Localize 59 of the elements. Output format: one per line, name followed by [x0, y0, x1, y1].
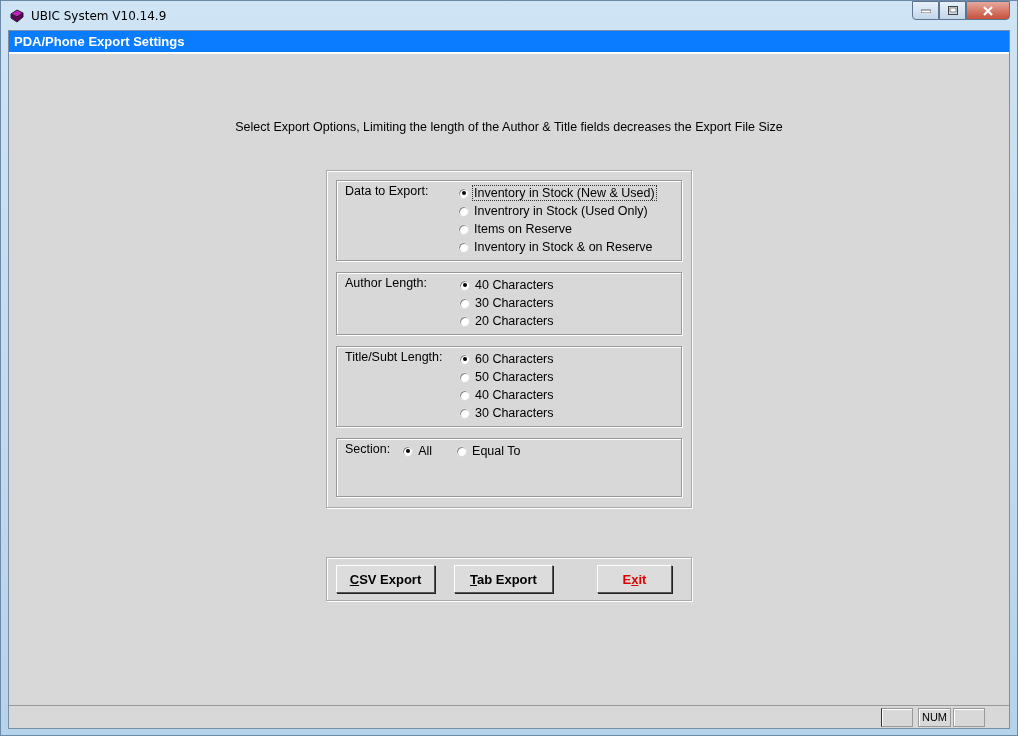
- radio-option[interactable]: 40 Characters: [459, 386, 556, 404]
- radio-button[interactable]: [459, 407, 470, 419]
- option-label: 40 Characters: [474, 277, 555, 293]
- radio-button[interactable]: [458, 205, 469, 217]
- book-stack-icon: [9, 7, 25, 24]
- maximize-button[interactable]: [939, 1, 966, 20]
- minimize-icon: [920, 8, 931, 13]
- option-label: Inventrory in Stock (Used Only): [473, 203, 649, 219]
- option-label: 30 Characters: [474, 405, 555, 421]
- close-icon: [982, 5, 994, 16]
- radio-option[interactable]: Inventory in Stock & on Reserve: [458, 238, 657, 256]
- form-title-bar: PDA/Phone Export Settings: [9, 31, 1009, 54]
- option-label: 50 Characters: [474, 369, 555, 385]
- option-label: Equal To: [471, 443, 522, 459]
- radio-option[interactable]: 20 Characters: [459, 312, 556, 330]
- radio-option[interactable]: Equal To: [456, 442, 523, 460]
- group-label: Data to Export:: [345, 184, 430, 200]
- radio-option[interactable]: 40 Characters: [459, 276, 556, 294]
- radio-button[interactable]: [459, 389, 470, 401]
- minimize-button[interactable]: [912, 1, 939, 20]
- radio-button[interactable]: [459, 353, 470, 365]
- group-label: Section:: [345, 442, 391, 456]
- radio-button[interactable]: [456, 445, 468, 457]
- radio-option[interactable]: 30 Characters: [459, 404, 556, 422]
- window-title: UBIC System V10.14.9: [31, 8, 167, 23]
- radio-button[interactable]: [459, 371, 470, 383]
- radio-button[interactable]: [459, 297, 470, 309]
- radio-option[interactable]: Inventrory in Stock (Used Only): [458, 202, 657, 220]
- option-label: Items on Reserve: [473, 221, 573, 237]
- group-label: Title/Subt Length:: [345, 350, 444, 366]
- maximize-icon: [947, 6, 958, 15]
- option-label: Inventory in Stock (New & Used): [472, 185, 657, 201]
- export-button[interactable]: CSV Export: [336, 565, 435, 593]
- radio-option[interactable]: 60 Characters: [459, 350, 556, 368]
- export-button[interactable]: Tab Export: [454, 565, 553, 593]
- radio-button[interactable]: [402, 445, 414, 457]
- num-lock-indicator: NUM: [917, 707, 951, 727]
- radio-option[interactable]: All: [402, 442, 435, 460]
- radio-option[interactable]: Items on Reserve: [458, 220, 657, 238]
- status-panel: [880, 707, 913, 727]
- radio-option[interactable]: Inventory in Stock (New & Used): [458, 184, 657, 202]
- radio-option[interactable]: 50 Characters: [459, 368, 556, 386]
- instruction-text: Select Export Options, Limiting the length of the Author & Title fields decreases the Export File Size: [235, 120, 783, 134]
- status-panel: [953, 707, 985, 727]
- radio-button[interactable]: [458, 241, 469, 253]
- close-button[interactable]: [966, 1, 1010, 20]
- option-label: Inventory in Stock & on Reserve: [473, 239, 654, 255]
- radio-button[interactable]: [458, 223, 469, 235]
- radio-option[interactable]: 30 Characters: [459, 294, 556, 312]
- radio-button[interactable]: [459, 279, 470, 291]
- option-label: 60 Characters: [474, 351, 555, 367]
- exit-button[interactable]: Exit: [597, 565, 672, 593]
- group-label: Author Length:: [345, 276, 428, 292]
- option-label: 40 Characters: [474, 387, 555, 403]
- radio-button[interactable]: [459, 315, 470, 327]
- option-label: 30 Characters: [474, 295, 555, 311]
- option-label: All: [417, 443, 434, 459]
- radio-button[interactable]: [458, 187, 469, 199]
- option-label: 20 Characters: [474, 313, 555, 329]
